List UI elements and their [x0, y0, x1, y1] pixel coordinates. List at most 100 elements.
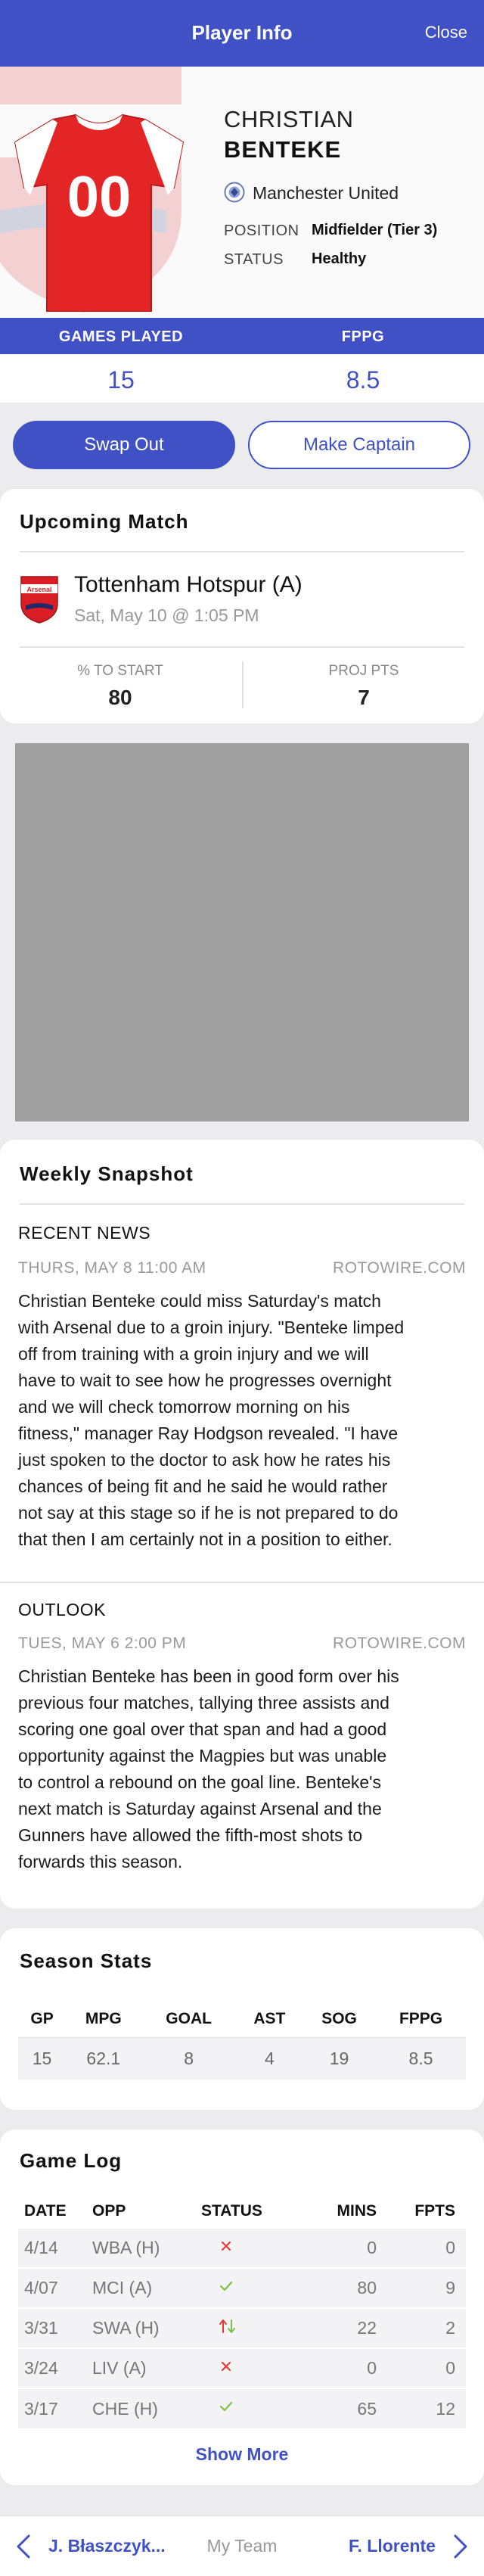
table-row[interactable]: 3/24 LIV (A) 0 0: [18, 2347, 466, 2388]
row-date: 3/17: [18, 2388, 86, 2428]
table-header-row: DATE OPP STATUS MINS FPTS: [18, 2195, 466, 2228]
upcoming-match-card: Upcoming Match Arsenal Tottenham Hotspur…: [0, 489, 484, 723]
news-line: with Arsenal due to a groin injury. "Ben…: [18, 1318, 405, 1337]
column-header: SOG: [321, 2009, 357, 2027]
table-row[interactable]: 3/17 CHE (H) 65 12: [18, 2388, 466, 2428]
team-badge-icon: [224, 182, 245, 203]
season-stats-table: GP MPG GOAL AST SOG FPPG 15 62.1 8 4 19 …: [18, 2001, 466, 2080]
pct-start-value: 80: [108, 686, 132, 709]
weekly-snapshot-card: Weekly Snapshot RECENT NEWS THURS, MAY 8…: [0, 1140, 484, 1909]
column-header: GOAL: [166, 2009, 212, 2027]
news-line: not say at this stage so if he is not pr…: [18, 1503, 399, 1523]
column-header: OPP: [92, 2201, 126, 2220]
proj-pts-value: 7: [358, 686, 370, 709]
game-log-card: Game Log DATE OPP STATUS MINS FPTS 4/14 …: [0, 2130, 484, 2485]
outlook-line: to control a rebound on the goal line. B…: [18, 1772, 382, 1792]
row-fpts: 12: [387, 2388, 466, 2428]
row-mins: 22: [304, 2307, 387, 2348]
top-bar: Player Info Close: [0, 0, 484, 67]
outlook-date: TUES, MAY 6 2:00 PM: [18, 1635, 187, 1652]
column-header: FPPG: [399, 2009, 443, 2027]
season-stats-card: Season Stats GP MPG GOAL AST SOG FPPG 15…: [0, 1928, 484, 2110]
club-crest-icon: Arsenal: [20, 576, 58, 624]
crest-text: Arsenal: [26, 586, 51, 593]
row-opponent: CHE (H): [86, 2388, 195, 2428]
position-value: Midfielder (Tier 3): [312, 222, 438, 238]
close-button[interactable]: Close: [425, 23, 467, 42]
table-cell: 15: [18, 2036, 67, 2080]
page-title: Player Info: [191, 21, 293, 44]
table-cell: 8.5: [376, 2036, 466, 2080]
column-header: AST: [253, 2009, 286, 2027]
column-header: MPG: [85, 2009, 122, 2027]
check-icon: [219, 2281, 233, 2291]
position-label: POSITION: [224, 222, 299, 239]
check-icon: [219, 2401, 233, 2412]
status-label: STATUS: [224, 251, 284, 268]
column-header: FPTS: [414, 2201, 455, 2220]
fppg-value: 8.5: [346, 366, 380, 394]
table-cell: 4: [236, 2036, 302, 2080]
news-line: fitness," manager Ray Hodgson revealed. …: [18, 1423, 399, 1443]
x-icon: [221, 2361, 231, 2371]
row-fpts: 0: [387, 2227, 466, 2268]
outlook-line: forwards this season.: [18, 1852, 183, 1871]
row-status: [195, 2267, 304, 2308]
summary-strip: GAMES PLAYED FPPG: [0, 318, 484, 354]
show-more-button[interactable]: Show More: [0, 2444, 484, 2465]
weekly-snapshot-title: Weekly Snapshot: [20, 1162, 194, 1185]
player-last-name: BENTEKE: [224, 136, 342, 163]
column-header: GP: [30, 2009, 54, 2027]
player-team: Manchester United: [253, 183, 399, 203]
table-row[interactable]: 4/07 MCI (A) 80 9: [18, 2267, 466, 2308]
row-mins: 0: [304, 2227, 387, 2268]
chevron-right-icon[interactable]: [451, 2533, 470, 2560]
outlook-line: opportunity against the Magpies but was …: [18, 1746, 387, 1766]
news-line: and we will check tomorrow morning on hi…: [18, 1397, 350, 1417]
row-fpts: 2: [387, 2307, 466, 2348]
row-status: [195, 2307, 304, 2348]
row-opponent: MCI (A): [86, 2267, 195, 2308]
row-date: 3/31: [18, 2307, 86, 2348]
outlook-line: previous four matches, tallying three as…: [18, 1693, 389, 1713]
table-cell: 19: [302, 2036, 377, 2080]
player-first-name: CHRISTIAN: [224, 106, 354, 132]
outlook-line: next match is Saturday against Arsenal a…: [18, 1799, 382, 1818]
news-source-link[interactable]: ROTOWIRE.COM: [333, 1259, 466, 1277]
make-captain-button[interactable]: Make Captain: [248, 421, 470, 469]
next-player-link[interactable]: F. Llorente: [349, 2536, 436, 2556]
row-opponent: SWA (H): [86, 2307, 195, 2348]
row-mins: 80: [304, 2267, 387, 2308]
player-info-screen: Player Info Close 00 CHRISTIAN BENTEKE M…: [0, 0, 484, 2576]
row-opponent: LIV (A): [86, 2347, 195, 2388]
game-log-table: DATE OPP STATUS MINS FPTS 4/14 WBA (H) 0…: [18, 2195, 466, 2428]
player-hero: 00 CHRISTIAN BENTEKE Manchester United P…: [0, 67, 484, 318]
games-played-value: 15: [107, 366, 135, 394]
news-line: Christian Benteke could miss Saturday's …: [18, 1291, 381, 1311]
game-log-title: Game Log: [20, 2149, 123, 2172]
divider: [0, 1582, 484, 1583]
outlook-source-link[interactable]: ROTOWIRE.COM: [333, 1635, 466, 1653]
match-datetime: Sat, May 10 @ 1:05 PM: [74, 605, 259, 625]
row-opponent: WBA (H): [86, 2227, 195, 2268]
fppg-label: FPPG: [341, 328, 385, 345]
divider: [242, 661, 244, 708]
season-stats-title: Season Stats: [20, 1949, 153, 1972]
swap-out-button[interactable]: Swap Out: [13, 421, 235, 469]
jersey-number: 00: [67, 165, 132, 229]
news-line: that then I am certainly not in a positi…: [18, 1529, 392, 1549]
proj-pts-label: PROJ PTS: [328, 663, 399, 679]
news-line: have to wait to see how he progresses ov…: [18, 1370, 392, 1390]
row-status: [195, 2347, 304, 2388]
outlook-heading: OUTLOOK: [18, 1600, 106, 1619]
x-icon: [221, 2241, 231, 2251]
table-header-row: GP MPG GOAL AST SOG FPPG: [18, 2001, 466, 2037]
row-status: [195, 2227, 304, 2268]
pct-start-label: % TO START: [77, 663, 163, 679]
column-header: DATE: [24, 2201, 67, 2220]
media-placeholder: [15, 743, 469, 1122]
row-fpts: 9: [387, 2267, 466, 2308]
table-row[interactable]: 4/14 WBA (H) 0 0: [18, 2227, 466, 2268]
opponent-name: Tottenham Hotspur (A): [74, 572, 302, 597]
table-row[interactable]: 3/31 SWA (H) 22 2: [18, 2307, 466, 2348]
